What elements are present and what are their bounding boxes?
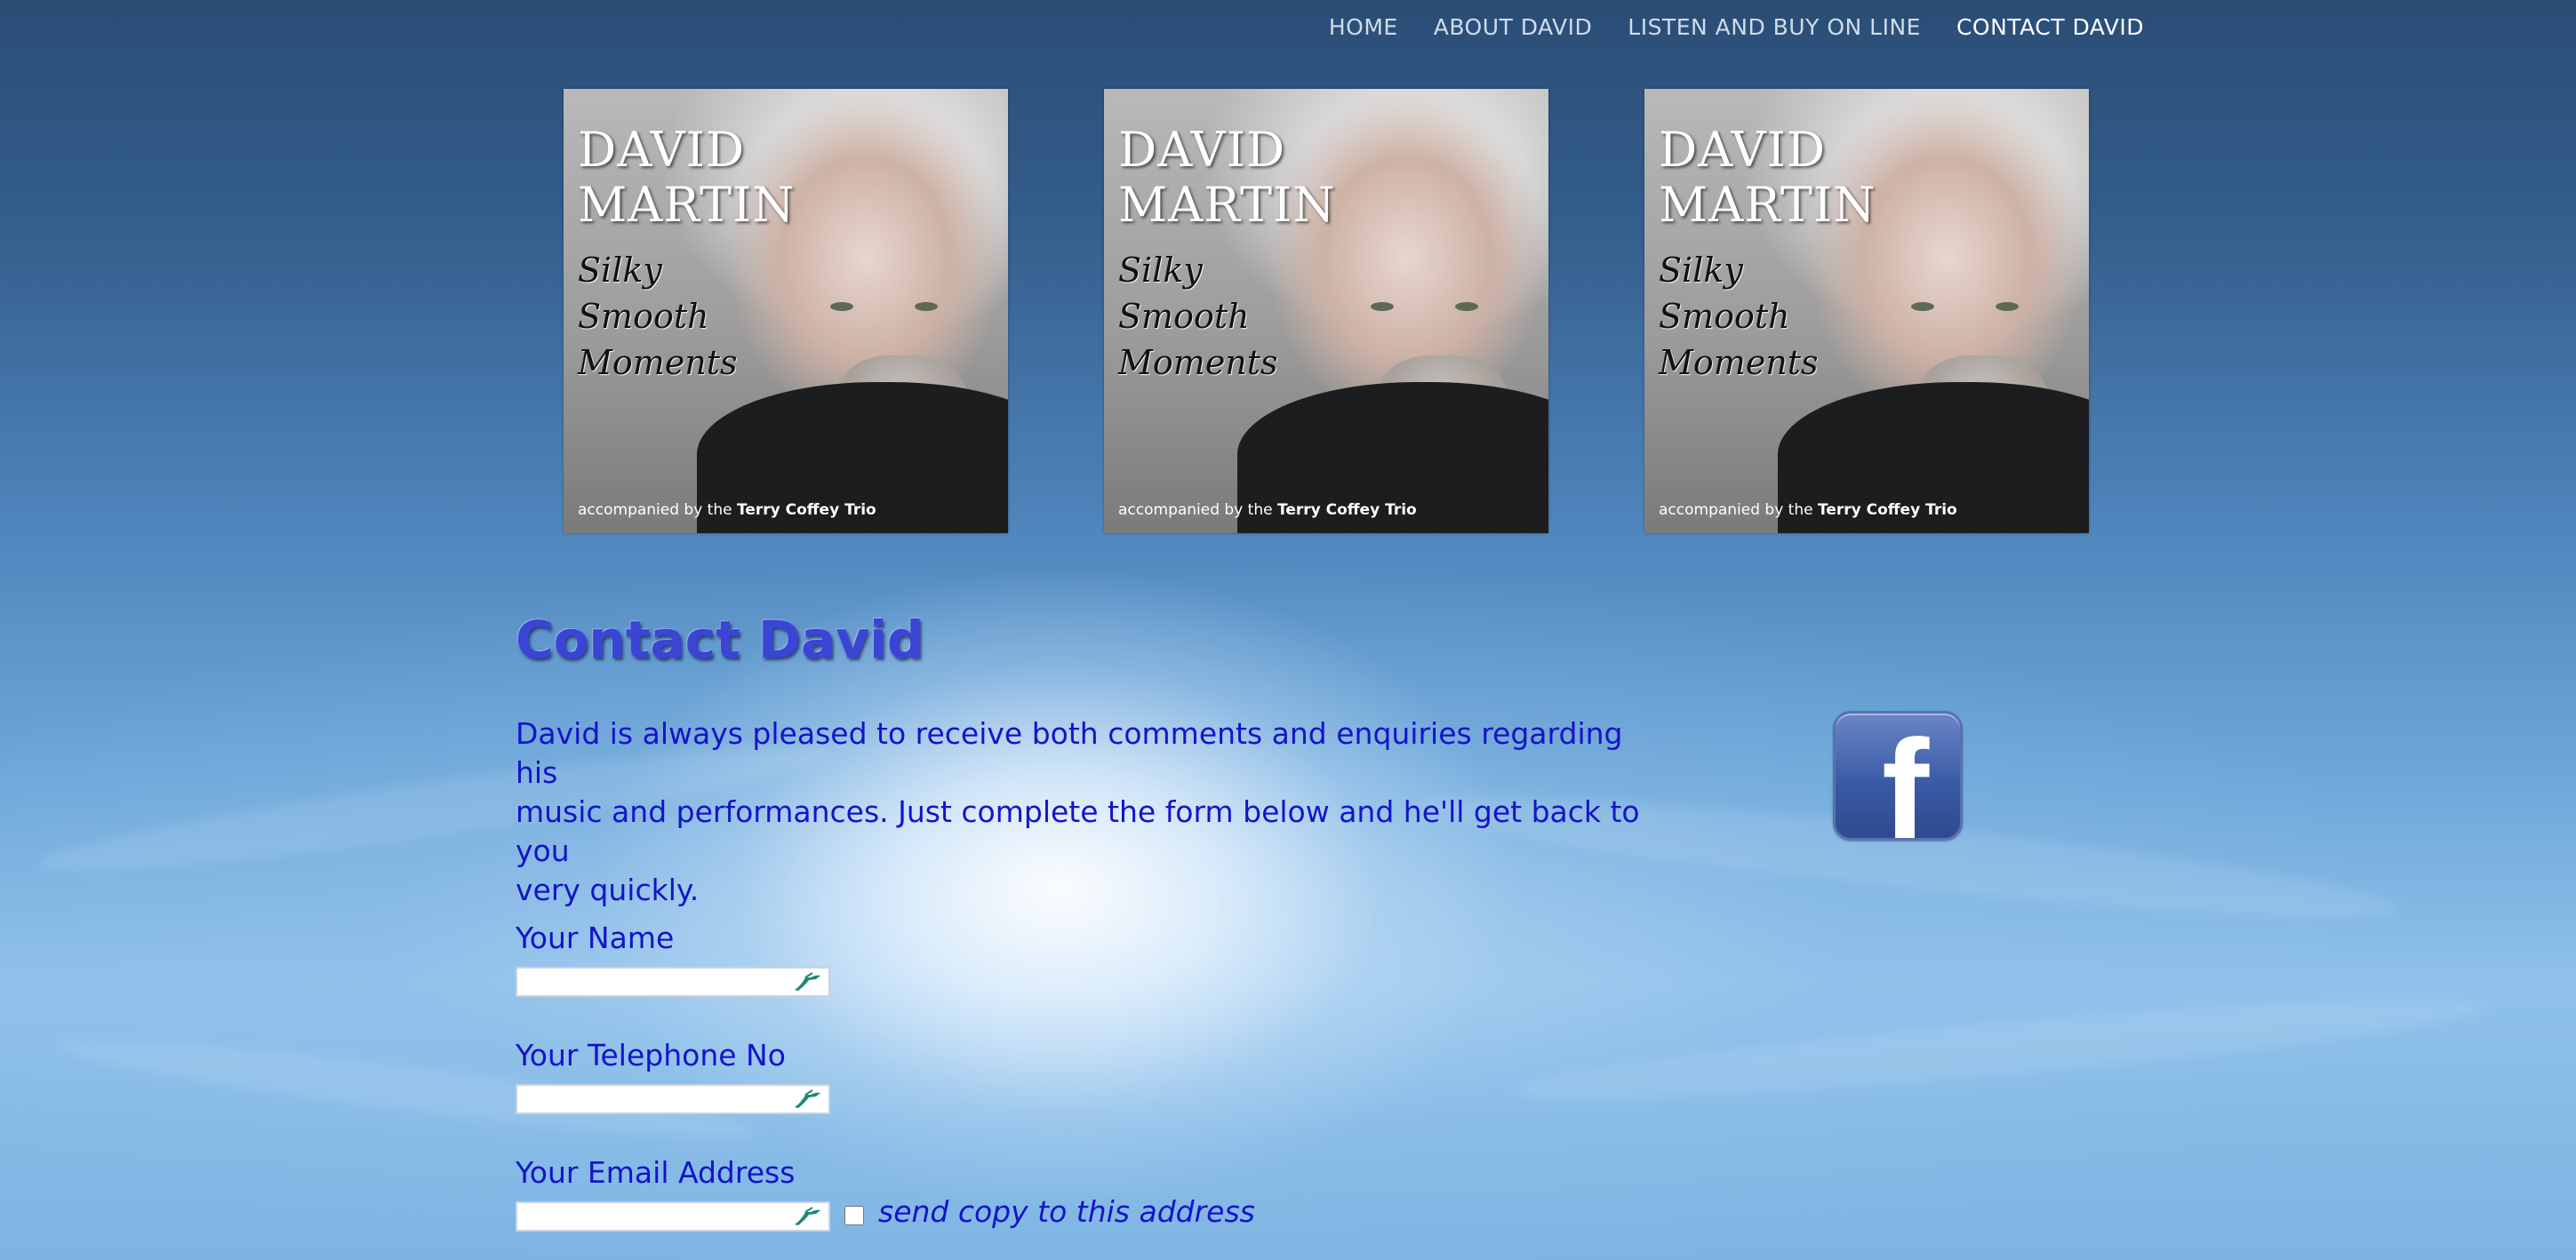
cover-album-word: Moments <box>1659 343 1819 382</box>
cover-album-word: Moments <box>1118 343 1278 382</box>
cover-credit-name: Terry Coffey Trio <box>1818 501 1957 519</box>
cover-album-title: Silky Smooth Moments <box>578 247 738 386</box>
facebook-icon: f <box>1882 711 1930 841</box>
cover-artist-first: DAVID <box>1659 122 1827 178</box>
autofill-icon[interactable] <box>791 1088 823 1111</box>
cover-artist-name: DAVID MARTIN <box>1118 123 1336 233</box>
cover-artist-name: DAVID MARTIN <box>578 123 796 233</box>
cover-photo-eye <box>1371 302 1394 311</box>
nav-home[interactable]: HOME <box>1329 12 1398 42</box>
cover-photo-eye <box>1911 302 1934 311</box>
email-field[interactable] <box>516 1201 830 1232</box>
album-cover[interactable]: DAVID MARTIN Silky Smooth Moments accomp… <box>1104 89 1548 533</box>
cover-artist-last: MARTIN <box>1118 177 1336 233</box>
main-nav: HOME ABOUT DAVID LISTEN AND BUY ON LINE … <box>1329 12 2144 42</box>
name-label: Your Name <box>516 921 675 955</box>
nav-listen-and-buy[interactable]: LISTEN AND BUY ON LINE <box>1628 12 1921 42</box>
cover-photo-eye <box>915 302 938 311</box>
cover-credit-prefix: accompanied by the <box>1118 501 1273 519</box>
nav-contact-david[interactable]: CONTACT DAVID <box>1956 12 2144 42</box>
send-copy-checkbox[interactable] <box>844 1206 864 1225</box>
cover-photo-eye <box>1455 302 1478 311</box>
page-title: Contact David <box>516 610 924 670</box>
cover-album-word: Smooth <box>1118 297 1250 336</box>
cover-album-word: Smooth <box>578 297 709 336</box>
cover-artist-last: MARTIN <box>578 177 796 233</box>
cover-credit: accompanied by the Terry Coffey Trio <box>578 501 876 519</box>
cover-album-title: Silky Smooth Moments <box>1118 247 1278 386</box>
cover-credit: accompanied by the Terry Coffey Trio <box>1118 501 1417 519</box>
cloud-streak <box>1510 979 2490 1118</box>
facebook-link[interactable]: f <box>1833 711 1963 841</box>
cover-artist-first: DAVID <box>578 122 746 178</box>
cover-artist-last: MARTIN <box>1659 177 1876 233</box>
cover-credit-prefix: accompanied by the <box>578 501 732 519</box>
album-cover[interactable]: DAVID MARTIN Silky Smooth Moments accomp… <box>564 89 1008 533</box>
cover-album-title: Silky Smooth Moments <box>1659 247 1819 386</box>
send-copy-label[interactable]: send copy to this address <box>878 1194 1255 1229</box>
cover-artist-first: DAVID <box>1118 122 1286 178</box>
name-field[interactable] <box>516 967 830 997</box>
album-cover[interactable]: DAVID MARTIN Silky Smooth Moments accomp… <box>1644 89 2089 533</box>
autofill-icon[interactable] <box>791 1205 823 1228</box>
cover-photo-eye <box>830 302 853 311</box>
cover-credit-name: Terry Coffey Trio <box>1277 501 1417 519</box>
telephone-field[interactable] <box>516 1084 830 1114</box>
cover-credit-prefix: accompanied by the <box>1659 501 1813 519</box>
cover-credit-name: Terry Coffey Trio <box>737 501 876 519</box>
email-label: Your Email Address <box>516 1155 796 1190</box>
nav-about-david[interactable]: ABOUT DAVID <box>1434 12 1593 42</box>
cover-artist-name: DAVID MARTIN <box>1659 123 1876 233</box>
album-cover-gallery: DAVID MARTIN Silky Smooth Moments accomp… <box>564 89 2089 533</box>
telephone-label: Your Telephone No <box>516 1038 786 1073</box>
cover-album-word: Silky <box>1659 251 1743 290</box>
cover-photo-eye <box>1996 302 2019 311</box>
intro-text: David is always pleased to receive both … <box>516 716 1640 907</box>
cover-credit: accompanied by the Terry Coffey Trio <box>1659 501 1957 519</box>
cover-album-word: Moments <box>578 343 738 382</box>
cover-album-word: Smooth <box>1659 297 1790 336</box>
cover-album-word: Silky <box>1118 251 1203 290</box>
cover-album-word: Silky <box>578 251 662 290</box>
autofill-icon[interactable] <box>791 970 823 993</box>
